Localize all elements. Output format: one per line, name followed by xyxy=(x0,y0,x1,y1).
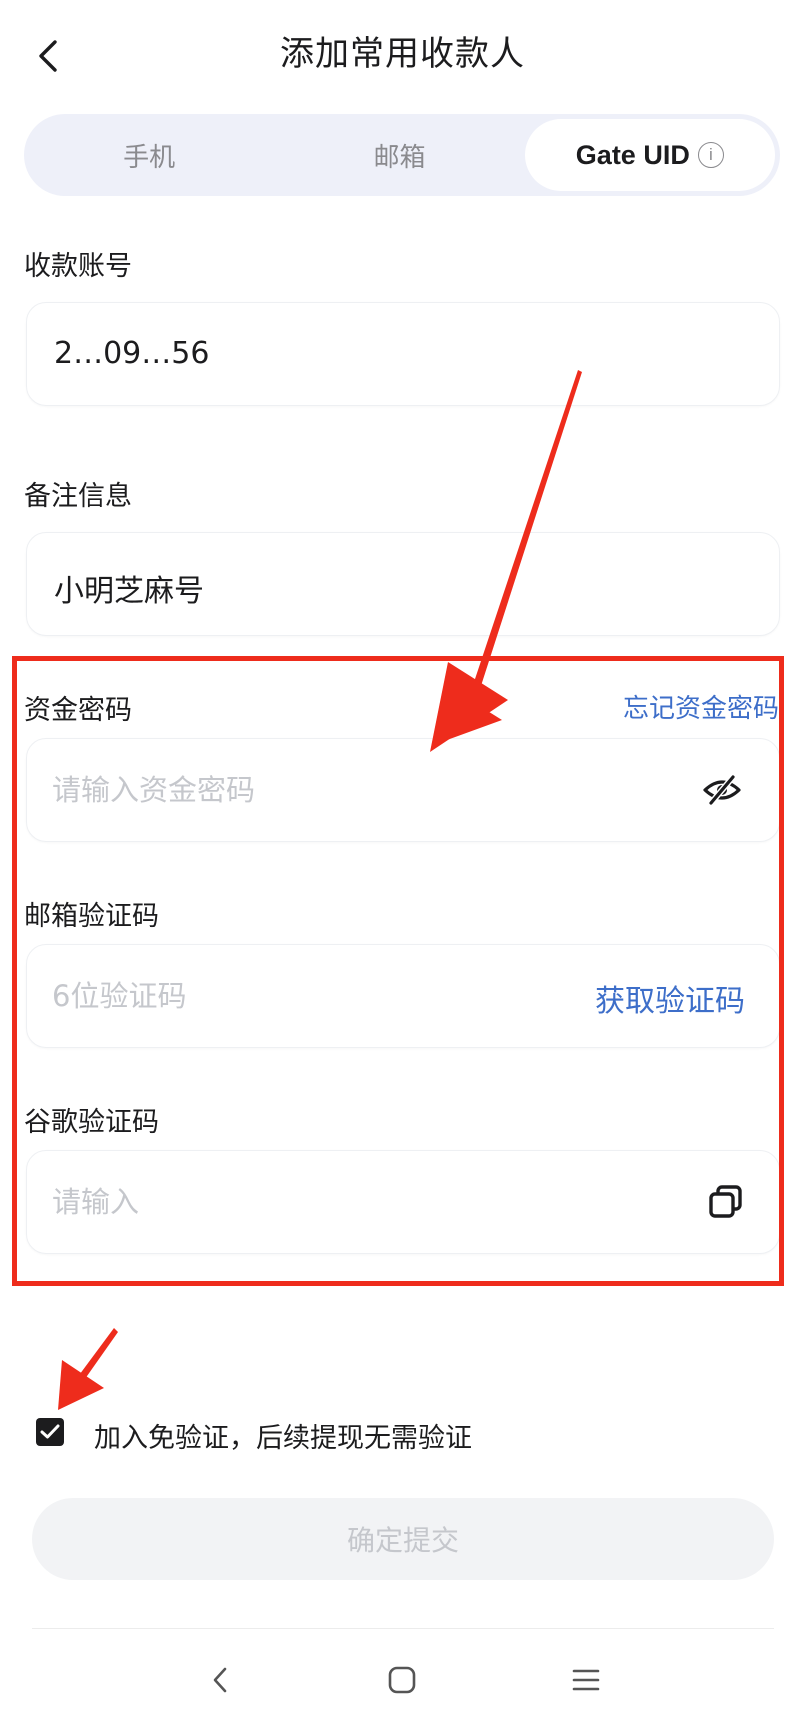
nav-divider xyxy=(32,1628,774,1629)
arrow-to-checkbox xyxy=(58,1328,118,1410)
check-icon xyxy=(40,1424,60,1439)
arrow-to-fields xyxy=(430,370,582,752)
submit-button[interactable]: 确定提交 xyxy=(32,1498,774,1580)
exempt-label[interactable]: 加入免验证，后续提现无需验证 xyxy=(94,1416,472,1455)
nav-menu-button[interactable] xyxy=(556,1650,616,1710)
exempt-checkbox[interactable] xyxy=(36,1418,64,1446)
annotation-arrows xyxy=(58,370,582,1410)
nav-menu-icon xyxy=(572,1669,600,1691)
nav-back-button[interactable] xyxy=(190,1650,250,1710)
nav-back-icon xyxy=(213,1667,227,1693)
nav-home-icon xyxy=(388,1666,416,1694)
nav-home-button[interactable] xyxy=(372,1650,432,1710)
